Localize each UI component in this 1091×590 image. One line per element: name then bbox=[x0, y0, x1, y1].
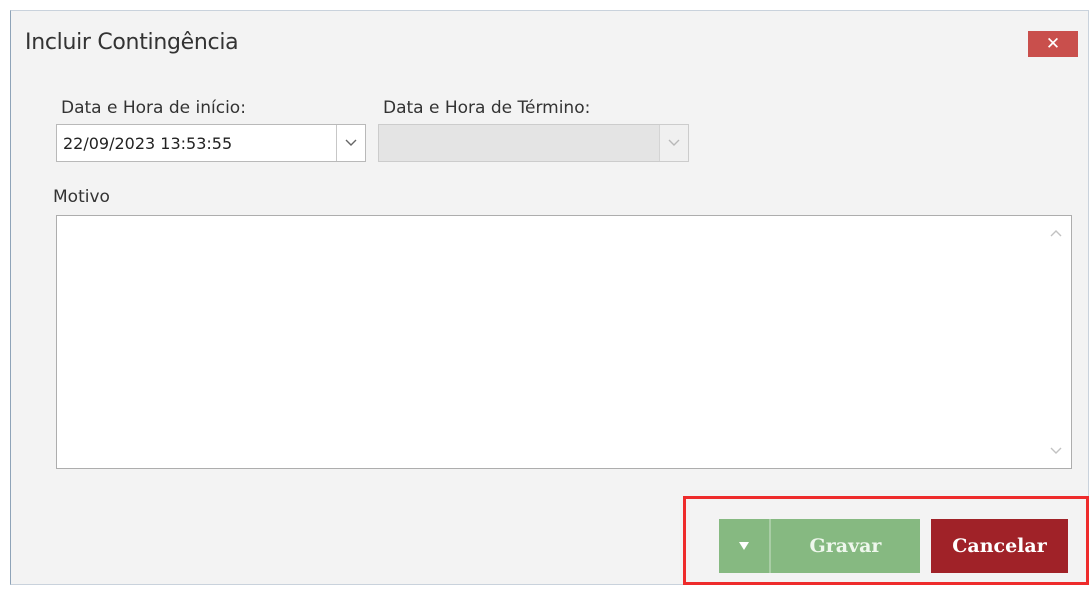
dialog-window: Incluir Contingência ✕ Data e Hora de in… bbox=[10, 10, 1089, 585]
scroll-up-button[interactable] bbox=[1049, 228, 1063, 238]
save-button[interactable]: Gravar bbox=[771, 519, 920, 573]
dialog-title: Incluir Contingência bbox=[25, 30, 239, 55]
start-datetime-field[interactable]: 22/09/2023 13:53:55 bbox=[56, 124, 366, 162]
end-datetime-label: Data e Hora de Término: bbox=[383, 98, 591, 118]
chevron-down-icon bbox=[668, 139, 680, 146]
reason-scrollbar[interactable] bbox=[1041, 216, 1071, 468]
start-datetime-value: 22/09/2023 13:53:55 bbox=[63, 134, 233, 153]
dialog-titlebar: Incluir Contingência ✕ bbox=[11, 11, 1088, 77]
close-button[interactable]: ✕ bbox=[1028, 31, 1078, 57]
end-datetime-dropdown-button bbox=[659, 125, 688, 161]
chevron-up-icon bbox=[1050, 230, 1062, 237]
cancel-button[interactable]: Cancelar bbox=[931, 519, 1068, 573]
start-datetime-dropdown-button[interactable] bbox=[336, 125, 365, 161]
end-datetime-field bbox=[378, 124, 689, 162]
scroll-down-button[interactable] bbox=[1049, 446, 1063, 456]
save-options-button[interactable] bbox=[719, 519, 769, 573]
reason-label: Motivo bbox=[53, 187, 110, 207]
close-icon: ✕ bbox=[1045, 34, 1061, 54]
chevron-down-icon bbox=[1050, 447, 1062, 454]
start-datetime-label: Data e Hora de início: bbox=[61, 98, 246, 118]
chevron-down-icon bbox=[345, 139, 357, 146]
triangle-down-icon bbox=[739, 542, 749, 550]
reason-textarea[interactable] bbox=[56, 215, 1072, 469]
